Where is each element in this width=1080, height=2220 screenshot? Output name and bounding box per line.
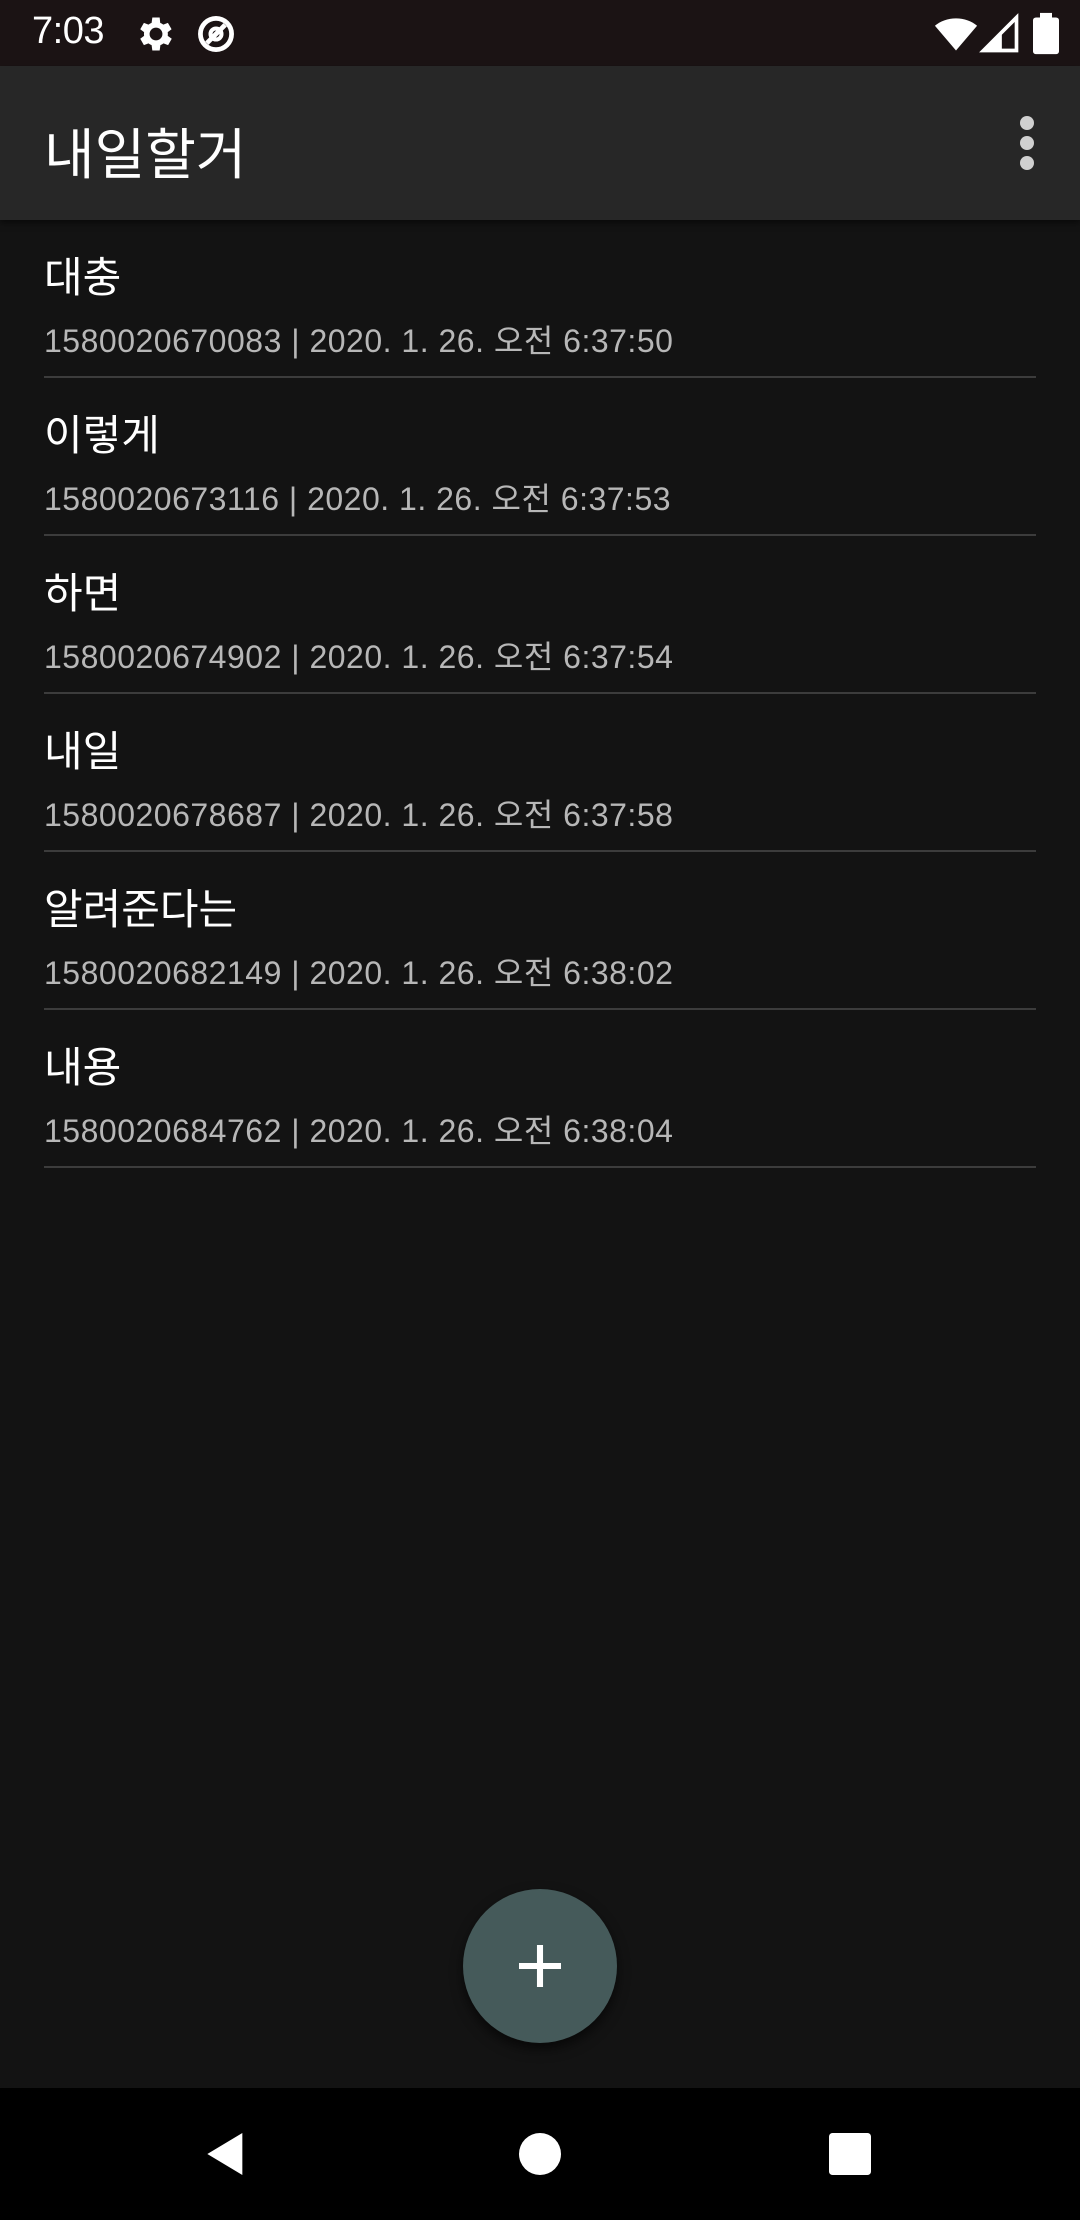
status-time: 7:03	[32, 10, 104, 52]
todo-title: 대충	[44, 253, 122, 302]
back-icon[interactable]	[198, 2126, 254, 2182]
more-vert-icon[interactable]	[992, 108, 1062, 178]
todo-title: 내용	[44, 1043, 122, 1092]
list-item[interactable]: 내일 1580020678687 | 2020. 1. 26. 오전 6:37:…	[44, 694, 1036, 852]
list-item[interactable]: 대충 1580020670083 | 2020. 1. 26. 오전 6:37:…	[44, 220, 1036, 378]
navigation-bar	[0, 2088, 1080, 2220]
todo-title: 알려준다는	[44, 885, 238, 934]
app-title: 내일할거	[44, 123, 247, 187]
list-item[interactable]: 알려준다는 1580020682149 | 2020. 1. 26. 오전 6:…	[44, 852, 1036, 1010]
battery-icon	[1030, 12, 1062, 56]
signal-icon	[978, 12, 1022, 56]
home-icon[interactable]	[512, 2126, 568, 2182]
settings-icon	[134, 12, 178, 56]
todo-title: 하면	[44, 569, 122, 618]
todo-title: 이렇게	[44, 411, 160, 460]
screen: 7:03 내일할거 대충 1580020670083 | 2020. 1. 26…	[0, 0, 1080, 2220]
todo-meta: 1580020670083 | 2020. 1. 26. 오전 6:37:50	[44, 323, 674, 359]
data-saver-icon	[194, 12, 238, 56]
list-item[interactable]: 이렇게 1580020673116 | 2020. 1. 26. 오전 6:37…	[44, 378, 1036, 536]
add-button[interactable]	[463, 1889, 617, 2043]
add-icon	[519, 1945, 561, 1987]
todo-title: 내일	[44, 727, 122, 776]
todo-meta: 1580020674902 | 2020. 1. 26. 오전 6:37:54	[44, 639, 674, 675]
wifi-icon	[934, 12, 978, 56]
status-bar: 7:03	[0, 0, 1080, 66]
todo-meta: 1580020673116 | 2020. 1. 26. 오전 6:37:53	[44, 481, 672, 517]
list-item[interactable]: 하면 1580020674902 | 2020. 1. 26. 오전 6:37:…	[44, 536, 1036, 694]
recents-icon[interactable]	[822, 2126, 878, 2182]
app-bar: 내일할거	[0, 66, 1080, 220]
todo-meta: 1580020684762 | 2020. 1. 26. 오전 6:38:04	[44, 1113, 674, 1149]
todo-meta: 1580020678687 | 2020. 1. 26. 오전 6:37:58	[44, 797, 674, 833]
todo-list: 대충 1580020670083 | 2020. 1. 26. 오전 6:37:…	[0, 220, 1080, 1168]
list-item[interactable]: 내용 1580020684762 | 2020. 1. 26. 오전 6:38:…	[44, 1010, 1036, 1168]
todo-meta: 1580020682149 | 2020. 1. 26. 오전 6:38:02	[44, 955, 674, 991]
